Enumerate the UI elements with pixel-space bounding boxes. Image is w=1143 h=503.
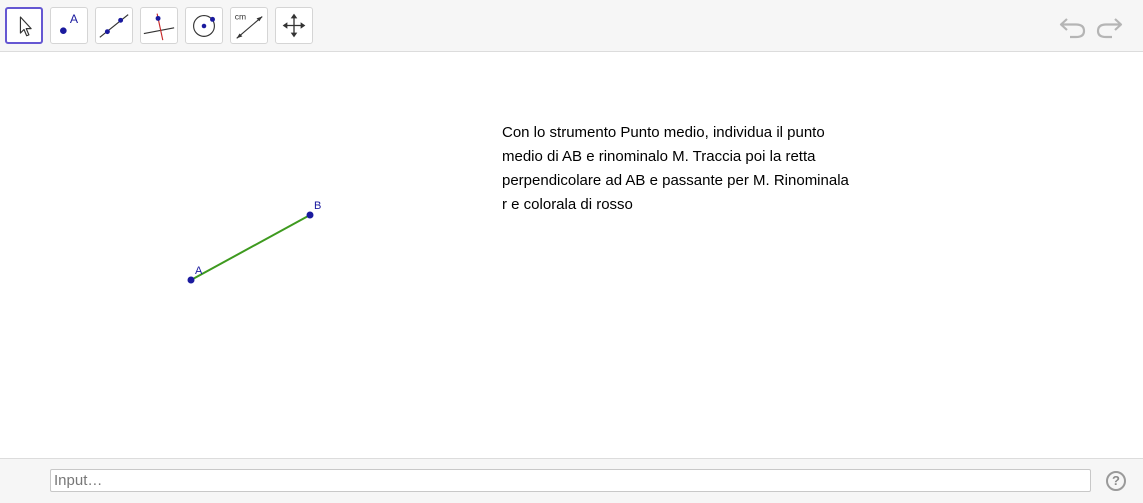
segment-ab[interactable]: [190, 214, 311, 281]
circle-center-point-icon: [193, 15, 215, 37]
input-bar: ?: [0, 458, 1143, 503]
point-a-label: A: [195, 265, 203, 277]
redo-button[interactable]: [1094, 14, 1124, 40]
move-graphics-view-tool-button[interactable]: [275, 7, 313, 44]
point-tool-button[interactable]: A: [50, 7, 88, 44]
instruction-text: Con lo strumento Punto medio, individua …: [502, 121, 892, 217]
perpendicular-line-icon: [143, 13, 175, 41]
graphics-canvas[interactable]: A B: [0, 53, 1143, 458]
algebra-input[interactable]: [50, 469, 1091, 492]
distance-length-icon: cm: [235, 11, 263, 39]
geogebra-app: A cm A B Con lo strumento Punto medio, i…: [0, 0, 1143, 503]
move-arrows-icon: [282, 13, 306, 38]
instruction-line: Con lo strumento Punto medio, individua …: [502, 124, 825, 141]
undo-icon: [1059, 18, 1086, 39]
cursor-arrow-icon: [19, 16, 32, 37]
instruction-line: r e colorala di rosso: [502, 196, 633, 213]
redo-icon: [1096, 18, 1123, 39]
distance-tool-label: cm: [235, 11, 246, 21]
graphics-view[interactable]: A B Con lo strumento Punto medio, indivi…: [0, 53, 1143, 458]
point-b[interactable]: [306, 211, 314, 219]
point-b-label: B: [314, 200, 321, 212]
move-tool-button[interactable]: [5, 7, 43, 44]
point-icon: A: [60, 12, 79, 35]
point-a[interactable]: [187, 276, 195, 284]
instruction-line: medio di AB e rinominalo M. Traccia poi …: [502, 148, 816, 165]
instruction-line: perpendicolare ad AB e passante per M. R…: [502, 172, 849, 189]
toolbar: A cm: [0, 0, 1143, 52]
line-tool-button[interactable]: [95, 7, 133, 44]
circle-tool-button[interactable]: [185, 7, 223, 44]
line-through-two-points-icon: [99, 14, 129, 38]
help-button[interactable]: ?: [1106, 471, 1126, 491]
distance-tool-button[interactable]: cm: [230, 7, 268, 44]
perpendicular-line-tool-button[interactable]: [140, 7, 178, 44]
undo-button[interactable]: [1058, 14, 1088, 40]
point-tool-label: A: [70, 12, 79, 26]
